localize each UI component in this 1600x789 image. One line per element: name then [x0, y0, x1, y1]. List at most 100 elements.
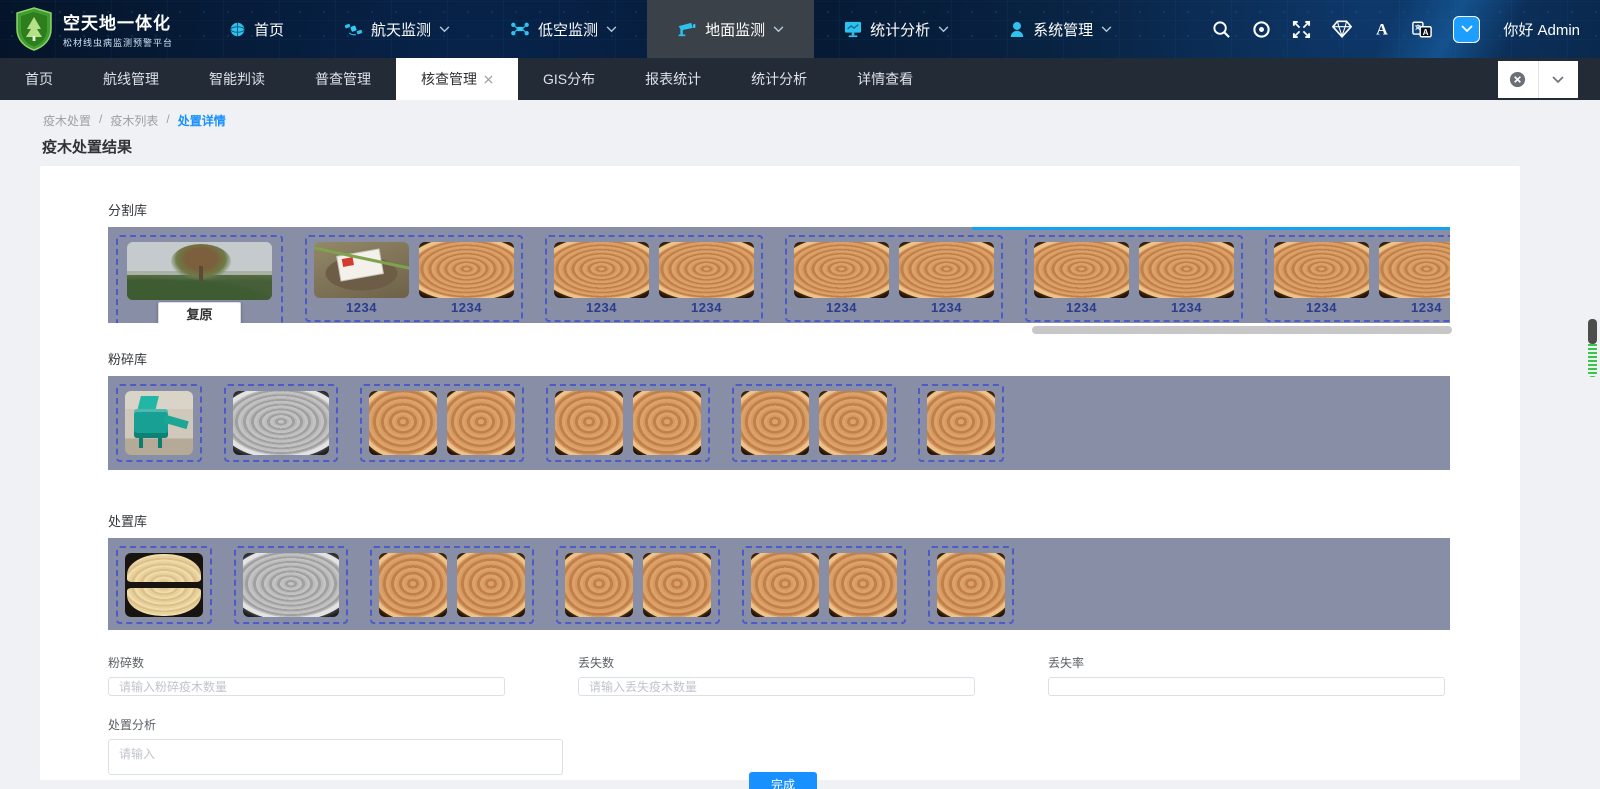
tab-smart-interpretation[interactable]: 智能判读: [184, 58, 290, 100]
monitor-chart-icon: [844, 21, 862, 38]
log-cross-section-photo[interactable]: [937, 553, 1005, 617]
log-cross-section-photo[interactable]: [1379, 242, 1450, 298]
complete-button[interactable]: 完成: [749, 772, 817, 789]
log-cross-section-photo[interactable]: [633, 391, 701, 455]
image-label: 1234: [1411, 300, 1442, 315]
gallery-card[interactable]: 12341234: [785, 235, 1003, 322]
log-cross-section-photo[interactable]: [794, 242, 889, 298]
log-cross-section-photo[interactable]: [369, 391, 437, 455]
tab-detail-view[interactable]: 详情查看: [832, 58, 938, 100]
field-label-lost-count: 丢失数: [578, 654, 975, 671]
field-label-loss-rate: 丢失率: [1048, 654, 1445, 671]
loss-rate-input[interactable]: [1048, 677, 1445, 696]
log-cross-section-photo[interactable]: [1034, 242, 1129, 298]
log-cross-section-photo[interactable]: [927, 391, 995, 455]
log-cross-section-photo[interactable]: [379, 553, 447, 617]
tab-home[interactable]: 首页: [0, 58, 78, 100]
crushed-count-input[interactable]: [108, 677, 505, 696]
menu-item-ground-monitor[interactable]: 地面监测: [647, 0, 814, 58]
log-cross-section-gray-photo[interactable]: [243, 553, 339, 617]
lost-count-input[interactable]: [578, 677, 975, 696]
gallery-card[interactable]: 1234 1234: [1265, 235, 1450, 322]
horizontal-scrollbar[interactable]: [1032, 326, 1452, 334]
app-logo-shield-icon: [14, 7, 54, 51]
log-cross-section-photo[interactable]: [447, 391, 515, 455]
close-all-tabs-button[interactable]: [1498, 61, 1538, 98]
breadcrumb-item[interactable]: 疫木处置: [43, 112, 91, 129]
menu-item-low-altitude-monitor[interactable]: 低空监测: [480, 0, 647, 58]
wrapped-log-photo[interactable]: [314, 242, 409, 298]
gallery-card[interactable]: [918, 384, 1004, 462]
cut-log-halves-photo[interactable]: [125, 553, 203, 617]
log-cross-section-photo[interactable]: [741, 391, 809, 455]
log-cross-section-photo[interactable]: [819, 391, 887, 455]
menu-item-space-monitor[interactable]: 航天监测: [314, 0, 480, 58]
gallery-card[interactable]: [116, 546, 212, 624]
globe-icon: [229, 21, 246, 38]
gem-icon[interactable]: [1332, 20, 1352, 38]
font-size-icon[interactable]: A: [1373, 20, 1391, 38]
gallery-card[interactable]: [224, 384, 338, 462]
tab-statistical-analysis[interactable]: 统计分析: [726, 58, 832, 100]
log-cross-section-photo[interactable]: [1274, 242, 1369, 298]
gallery-card[interactable]: [732, 384, 896, 462]
chevron-down-icon: [606, 26, 617, 33]
search-icon[interactable]: [1212, 20, 1231, 39]
tab-survey-management[interactable]: 普查管理: [290, 58, 396, 100]
log-cross-section-photo[interactable]: [829, 553, 897, 617]
gallery-card[interactable]: [116, 384, 202, 462]
log-cross-section-photo[interactable]: [751, 553, 819, 617]
menu-item-home[interactable]: 首页: [199, 0, 314, 58]
gallery-card[interactable]: 12341234: [305, 235, 523, 322]
image-label: 1234: [346, 300, 377, 315]
gallery-card[interactable]: [742, 546, 906, 624]
log-cross-section-photo[interactable]: [419, 242, 514, 298]
gallery-card[interactable]: 复原: [116, 235, 283, 323]
log-cross-section-photo[interactable]: [1139, 242, 1234, 298]
menu-item-system-admin[interactable]: 系统管理: [979, 0, 1142, 58]
log-cross-section-photo[interactable]: [659, 242, 754, 298]
gallery-card[interactable]: 12341234: [545, 235, 763, 322]
translate-icon[interactable]: A: [1412, 20, 1432, 39]
user-avatar-button[interactable]: [1453, 16, 1480, 43]
disposal-analysis-textarea[interactable]: [108, 739, 563, 775]
log-cross-section-photo[interactable]: [643, 553, 711, 617]
log-cross-section-photo[interactable]: [565, 553, 633, 617]
menu-item-label: 航天监测: [371, 19, 431, 40]
target-icon[interactable]: [1252, 20, 1271, 39]
restore-button[interactable]: 复原: [158, 302, 240, 323]
vertical-scrollbar[interactable]: [1588, 319, 1597, 377]
tab-route-management[interactable]: 航线管理: [78, 58, 184, 100]
tab-report-statistics[interactable]: 报表统计: [620, 58, 726, 100]
log-cross-section-photo[interactable]: [457, 553, 525, 617]
gallery-card[interactable]: [234, 546, 348, 624]
user-icon: [1009, 21, 1025, 38]
image-label: 1234: [1306, 300, 1337, 315]
menu-item-statistics[interactable]: 统计分析: [814, 0, 979, 58]
log-cross-section-gray-photo[interactable]: [233, 391, 329, 455]
log-cross-section-photo[interactable]: [554, 242, 649, 298]
image-label: 1234: [826, 300, 857, 315]
menu-item-label: 低空监测: [538, 19, 598, 40]
tab-gis-distribution[interactable]: GIS分布: [518, 58, 620, 100]
scrollbar-thumb[interactable]: [1588, 319, 1597, 344]
result-card: 分割库 复原1234123412341234123412341234123412…: [40, 166, 1520, 780]
tree-photo[interactable]: [127, 242, 272, 300]
crusher-machine-photo[interactable]: [125, 391, 193, 455]
breadcrumb-item[interactable]: 疫木列表: [110, 112, 158, 129]
gallery-card[interactable]: [370, 546, 534, 624]
gallery-card[interactable]: [556, 546, 720, 624]
brand: 空天地一体化 松材线虫病监测预警平台: [0, 7, 199, 51]
tab-close-icon[interactable]: [484, 75, 493, 84]
log-cross-section-photo[interactable]: [555, 391, 623, 455]
gallery-card[interactable]: [928, 546, 1014, 624]
image-label: 1234: [1171, 300, 1202, 315]
tab-menu-dropdown-button[interactable]: [1538, 61, 1579, 98]
satellite-icon: [344, 21, 363, 38]
fullscreen-icon[interactable]: [1292, 20, 1311, 39]
gallery-card[interactable]: [360, 384, 524, 462]
gallery-card[interactable]: 12341234: [1025, 235, 1243, 322]
gallery-card[interactable]: [546, 384, 710, 462]
log-cross-section-photo[interactable]: [899, 242, 994, 298]
tab-verification-management[interactable]: 核查管理: [396, 58, 518, 100]
